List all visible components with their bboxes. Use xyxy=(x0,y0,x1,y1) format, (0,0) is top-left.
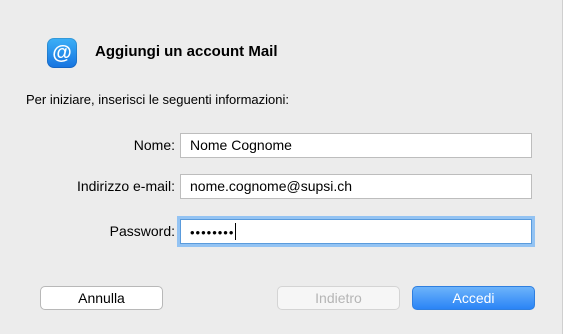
dialog-title: Aggiungi un account Mail xyxy=(95,43,278,60)
cancel-button[interactable]: Annulla xyxy=(40,286,163,310)
password-field[interactable]: •••••••• xyxy=(180,219,532,244)
email-field-value: nome.cognome@supsi.ch xyxy=(190,178,353,194)
name-label: Nome: xyxy=(133,137,175,153)
mail-at-icon: @ xyxy=(47,38,77,68)
back-button[interactable]: Indietro xyxy=(277,286,400,310)
name-field-value: Nome Cognome xyxy=(190,137,292,153)
email-field[interactable]: nome.cognome@supsi.ch xyxy=(180,174,532,199)
email-label: Indirizzo e-mail: xyxy=(76,178,175,194)
password-field-value: •••••••• xyxy=(190,225,235,240)
name-field[interactable]: Nome Cognome xyxy=(180,133,532,158)
login-button[interactable]: Accedi xyxy=(412,286,535,310)
text-caret xyxy=(235,223,237,240)
password-label: Password: xyxy=(109,223,175,239)
intro-text: Per iniziare, inserisci le seguenti info… xyxy=(26,92,290,107)
